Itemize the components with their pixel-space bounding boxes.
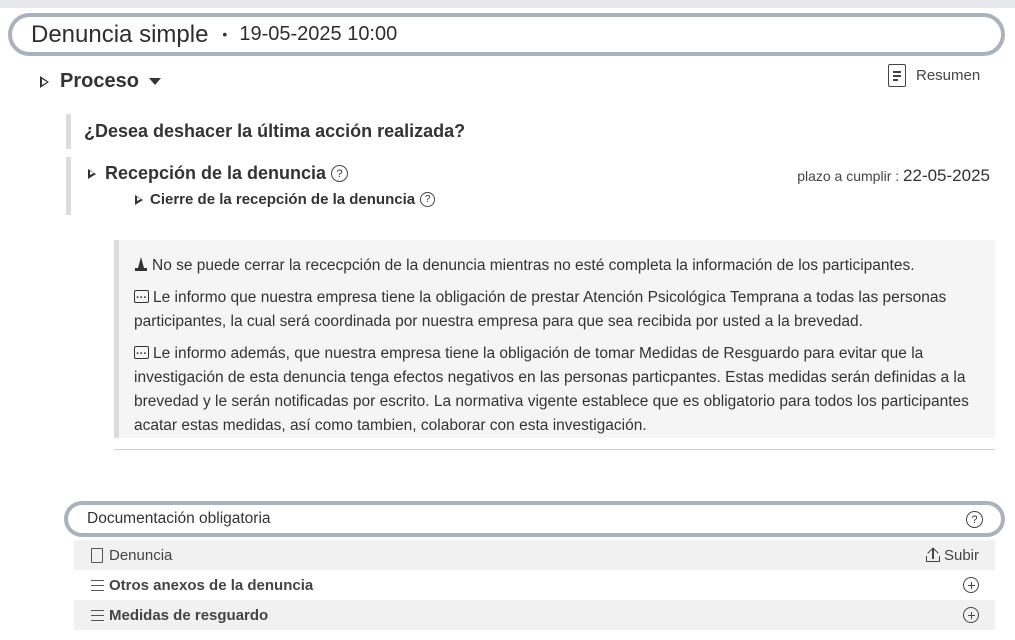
add-button[interactable] bbox=[963, 577, 979, 593]
top-strip bbox=[0, 0, 1015, 8]
recepcion-toggle[interactable]: Recepción de la denuncia ? bbox=[88, 163, 349, 184]
expand-triangle-icon[interactable] bbox=[88, 168, 96, 179]
recepcion-title[interactable]: Recepción de la denuncia bbox=[105, 163, 326, 184]
doc-row-otros-anexos[interactable]: Otros anexos de la denuncia bbox=[74, 570, 995, 600]
plus-circle-icon[interactable] bbox=[963, 607, 979, 623]
proceso-label[interactable]: Proceso bbox=[60, 70, 139, 93]
list-icon bbox=[91, 609, 104, 622]
info-notes: No se puede cerrar la rececpción de la d… bbox=[114, 240, 995, 438]
message-icon bbox=[134, 286, 149, 310]
help-icon[interactable]: ? bbox=[966, 511, 983, 528]
dropdown-caret-icon[interactable] bbox=[148, 78, 161, 85]
add-button[interactable] bbox=[963, 607, 979, 623]
resumen-button[interactable]: Resumen bbox=[888, 64, 980, 87]
note-item: Le informo que nuestra empresa tiene la … bbox=[134, 286, 981, 334]
case-title-bar: Denuncia simple • 19-05-2025 10:00 bbox=[8, 13, 1005, 56]
message-icon bbox=[134, 342, 149, 366]
help-icon[interactable]: ? bbox=[331, 165, 349, 182]
note-item: Le informo además, que nuestra empresa t… bbox=[134, 342, 981, 438]
documentacion-header[interactable]: Documentación obligatoria ? bbox=[64, 501, 1005, 537]
doc-row-medidas-resguardo[interactable]: Medidas de resguardo bbox=[74, 600, 995, 630]
note-text: Le informo que nuestra empresa tiene la … bbox=[134, 289, 947, 330]
plazo-value: 22-05-2025 bbox=[903, 166, 990, 185]
help-icon[interactable]: ? bbox=[420, 192, 436, 207]
doc-label[interactable]: Medidas de resguardo bbox=[109, 607, 268, 624]
case-datetime: 19-05-2025 10:00 bbox=[239, 23, 398, 45]
upload-label[interactable]: Subir bbox=[944, 547, 979, 564]
proceso-toggle[interactable]: Proceso bbox=[40, 70, 161, 93]
warning-cone-icon bbox=[134, 257, 148, 271]
title-separator: • bbox=[222, 25, 228, 42]
resumen-label[interactable]: Resumen bbox=[916, 67, 980, 84]
plazo-cumplir: plazo a cumplir : 22-05-2025 bbox=[797, 166, 990, 186]
doc-row-denuncia: Denuncia Subir bbox=[74, 540, 995, 570]
undo-prompt[interactable]: ¿Desea deshacer la última acción realiza… bbox=[66, 114, 465, 149]
plazo-label: plazo a cumplir : bbox=[797, 168, 904, 184]
plus-circle-icon[interactable] bbox=[963, 577, 979, 593]
case-title: Denuncia simple bbox=[31, 20, 209, 48]
note-item: No se puede cerrar la rececpción de la d… bbox=[134, 254, 981, 278]
cierre-recepcion-title[interactable]: Cierre de la recepción de la denuncia bbox=[150, 191, 415, 208]
note-text: Le informo además, que nuestra empresa t… bbox=[134, 345, 969, 434]
recepcion-section: Recepción de la denuncia ? plazo a cumpl… bbox=[66, 157, 996, 215]
doc-label[interactable]: Otros anexos de la denuncia bbox=[109, 577, 313, 594]
divider bbox=[114, 449, 995, 450]
upload-icon[interactable] bbox=[925, 547, 940, 562]
document-icon[interactable] bbox=[888, 64, 906, 87]
file-icon bbox=[91, 547, 103, 563]
cierre-recepcion-toggle[interactable]: Cierre de la recepción de la denuncia ? bbox=[135, 191, 436, 208]
expand-triangle-icon[interactable] bbox=[40, 75, 49, 88]
upload-button[interactable]: Subir bbox=[925, 547, 979, 564]
expand-triangle-icon[interactable] bbox=[135, 194, 143, 205]
note-text: No se puede cerrar la rececpción de la d… bbox=[152, 257, 915, 274]
documentacion-title: Documentación obligatoria bbox=[87, 510, 271, 527]
doc-label: Denuncia bbox=[109, 546, 173, 564]
list-icon bbox=[91, 579, 104, 592]
